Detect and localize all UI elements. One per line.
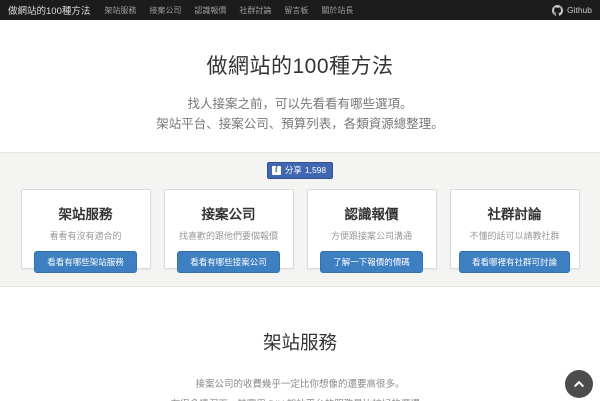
facebook-f-icon: f — [271, 166, 281, 175]
hero-section: 做網站的100種方法 找人接案之前，可以先看看有哪些選項。 架站平台、接案公司、… — [0, 20, 600, 152]
nav-item-guestbook[interactable]: 留言板 — [284, 5, 308, 16]
nav-links: 架站服務 接案公司 認識報價 社群討論 留言板 關於站長 — [104, 5, 366, 16]
scroll-to-top-button[interactable] — [565, 370, 593, 398]
hero-subtitle: 找人接案之前，可以先看看有哪些選項。 架站平台、接案公司、預算列表，各類資源總整… — [0, 94, 600, 134]
navbar: 做網站的100種方法 架站服務 接案公司 認識報價 社群討論 留言板 關於站長 … — [0, 0, 600, 20]
section-title: 架站服務 — [262, 332, 337, 353]
navbar-brand[interactable]: 做網站的100種方法 — [8, 3, 90, 17]
card-agencies-button[interactable]: 看看有哪些接案公司 — [177, 251, 280, 273]
card-title: 認識報價 — [344, 207, 399, 222]
section-paragraph: 接案公司的收費幾乎一定比你想像的還要高很多。 在很多情況下，其實用 DIY 架站… — [0, 375, 600, 401]
cards-row: 架站服務 看看有沒有適合的 看看有哪些架站服務 接案公司 找喜歡的跟他們要個報價… — [0, 189, 600, 273]
card-title: 社群討論 — [487, 207, 542, 222]
section-paragraph-line2: 在很多情況下，其實用 DIY 架站平台的服務是比較好的選擇。 — [0, 395, 600, 401]
hosting-section: 架站服務 接案公司的收費幾乎一定比你想像的還要高很多。 在很多情況下，其實用 D… — [0, 287, 600, 401]
page-title: 做網站的100種方法 — [206, 55, 394, 78]
hero-subtitle-line2: 架站平台、接案公司、預算列表，各類資源總整理。 — [156, 117, 444, 131]
card-title: 接案公司 — [201, 207, 256, 222]
card-pricing-button[interactable]: 了解一下報價的價碼 — [320, 251, 423, 273]
section-paragraph-line1: 接案公司的收費幾乎一定比你想像的還要高很多。 — [195, 379, 405, 390]
card-description: 找喜歡的跟他們要個報價 — [178, 231, 278, 241]
hero-subtitle-line1: 找人接案之前，可以先看看有哪些選項。 — [187, 97, 413, 111]
nav-item-pricing[interactable]: 認識報價 — [194, 5, 226, 16]
card-pricing: 認識報價 方便跟接案公司溝通 了解一下報價的價碼 — [306, 189, 437, 273]
card-hosting-button[interactable]: 看看有哪些架站服務 — [34, 251, 137, 273]
nav-item-community[interactable]: 社群討論 — [239, 5, 271, 16]
share-count: 1,598 — [304, 165, 327, 175]
nav-item-agencies[interactable]: 接案公司 — [149, 5, 181, 16]
github-octocat-icon — [551, 4, 563, 16]
card-community: 社群討論 不懂的話可以請教社群 看看哪裡有社群可討論 — [449, 189, 580, 273]
share-label: 分享 — [284, 165, 302, 175]
card-community-button[interactable]: 看看哪裡有社群可討論 — [458, 251, 570, 273]
cards-band: f 分享 1,598 架站服務 看看有沒有適合的 看看有哪些架站服務 接案公司 … — [0, 152, 600, 287]
share-row: f 分享 1,598 — [0, 159, 600, 179]
card-agencies: 接案公司 找喜歡的跟他們要個報價 看看有哪些接案公司 — [163, 189, 294, 273]
card-hosting: 架站服務 看看有沒有適合的 看看有哪些架站服務 — [20, 189, 151, 273]
nav-item-about[interactable]: 關於站長 — [321, 5, 353, 16]
github-link[interactable]: Github — [551, 4, 592, 16]
facebook-share-button[interactable]: f 分享 1,598 — [266, 162, 334, 179]
card-description: 看看有沒有適合的 — [49, 231, 122, 241]
chevron-up-icon — [574, 381, 584, 387]
card-description: 不懂的話可以請教社群 — [469, 231, 560, 241]
card-description: 方便跟接案公司溝通 — [330, 231, 412, 241]
github-link-label: Github — [566, 5, 592, 15]
card-title: 架站服務 — [58, 207, 113, 222]
nav-item-hosting[interactable]: 架站服務 — [104, 5, 136, 16]
